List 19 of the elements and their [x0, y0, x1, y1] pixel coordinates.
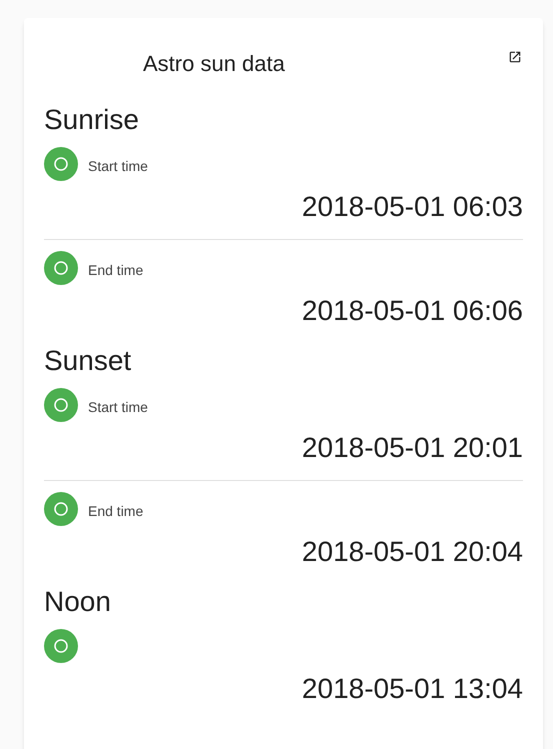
section-heading: Sunset	[44, 344, 132, 378]
status-circle-icon	[44, 147, 78, 181]
status-circle-icon	[44, 492, 78, 526]
date-time-value: 2018-05-01 06:06	[302, 294, 523, 328]
section-heading: Noon	[44, 585, 112, 619]
status-circle-icon	[44, 388, 78, 422]
date-time-value: 2018-05-01 13:04	[302, 672, 523, 706]
status-circle-icon	[44, 629, 78, 663]
row-label: Start time	[88, 156, 148, 176]
status-circle-icon	[44, 251, 78, 285]
date-time-value: 2018-05-01 06:03	[302, 190, 523, 224]
row-label: End time	[88, 502, 144, 520]
date-time-value: 2018-05-01 20:01	[302, 431, 523, 465]
row-label: End time	[88, 260, 144, 280]
date-time-value: 2018-05-01 20:04	[302, 535, 523, 569]
section-heading: Sunrise	[44, 103, 140, 137]
external-link-icon[interactable]	[508, 50, 522, 64]
card-title: Astro sun data	[142, 50, 286, 78]
row-label: Start time	[88, 398, 148, 416]
